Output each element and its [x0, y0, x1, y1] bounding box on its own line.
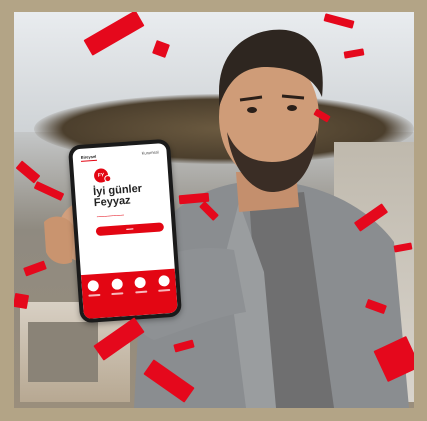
card-icon	[157, 275, 170, 287]
photo-frame: Bireysel Kurumsal FY İyi günler Feyyaz ━…	[14, 12, 414, 408]
transfer-icon	[111, 278, 123, 291]
payment-action[interactable]	[131, 276, 150, 294]
phone-tab-bar: Bireysel Kurumsal	[72, 143, 167, 163]
phone-tab-individual[interactable]: Bireysel	[80, 153, 97, 162]
phone-login-button[interactable]: ▬▬	[95, 222, 165, 237]
card-action[interactable]	[154, 275, 173, 292]
phone-avatar-initials: FY	[97, 172, 105, 179]
phone-greeting: İyi günler Feyyaz	[93, 182, 170, 209]
transfer-action[interactable]	[108, 278, 127, 296]
qr-action[interactable]	[84, 279, 103, 297]
phone-quick-actions	[80, 268, 178, 320]
phone-tab-corporate[interactable]: Kurumsal	[142, 149, 159, 157]
phone-screen: Bireysel Kurumsal FY İyi günler Feyyaz ━…	[67, 138, 183, 324]
qr-icon	[87, 279, 100, 292]
phone-avatar: FY	[93, 168, 109, 184]
confetti-piece	[14, 292, 30, 310]
payment-icon	[134, 276, 147, 289]
phone-secondary-link[interactable]: ━━━━━━━━━━━━━━━	[97, 210, 171, 219]
